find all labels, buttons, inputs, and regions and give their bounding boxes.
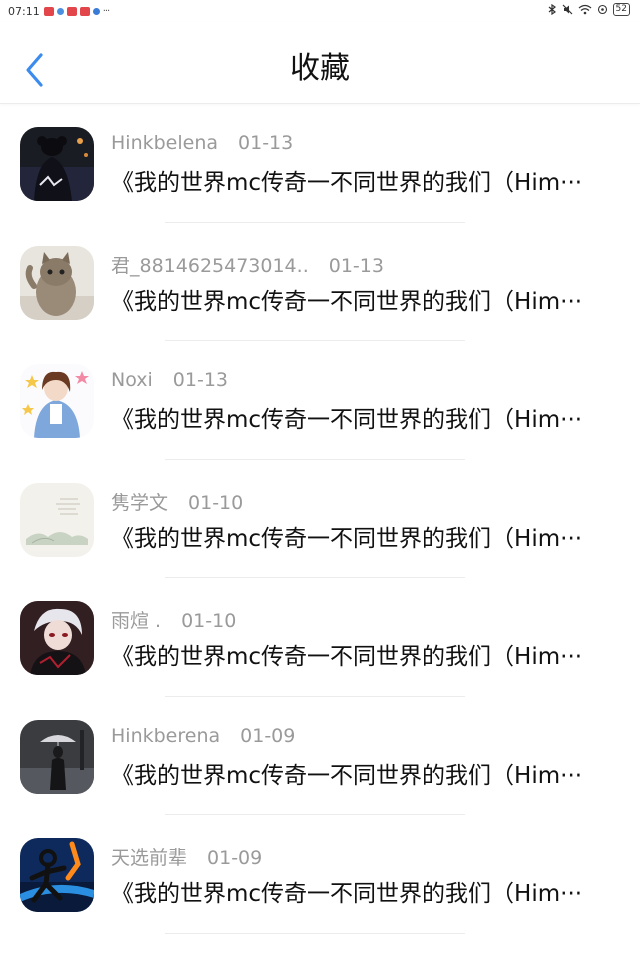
item-meta: Hinkberena 01-09 [111,725,295,747]
favorites-list: Hinkbelena 01-13 《我的世界mc传奇一不同世界的我们（Him··… [0,106,640,936]
system-status: 52 [548,3,630,16]
divider [165,340,465,341]
avatar[interactable] [20,127,94,201]
status-bar: 07:11 ··· 52 [0,0,640,22]
item-title[interactable]: 《我的世界mc传奇一不同世界的我们（Him··· [111,166,631,200]
list-item[interactable]: 君_8814625473014.. 01-13 《我的世界mc传奇一不同世界的我… [0,225,640,344]
wifi-icon [578,4,591,15]
avatar[interactable] [20,482,94,557]
list-item[interactable]: Hinkberena 01-09 《我的世界mc传奇一不同世界的我们（Him··… [0,699,640,818]
avatar[interactable] [20,364,94,438]
app-notification-icon [92,7,100,15]
divider [165,814,465,815]
username[interactable]: 君_8814625473014.. [111,251,309,278]
app-notification-icon [79,6,90,16]
avatar[interactable] [20,719,94,794]
divider [165,695,465,697]
divider [165,221,465,223]
date-label: 01-09 [240,724,296,747]
date-label: 01-10 [181,610,237,632]
notification-icons: ··· [43,5,110,17]
divider [165,932,465,934]
more-notifications-icon: ··· [102,5,110,17]
username[interactable]: 天选前辈 [111,843,187,870]
bluetooth-icon [548,4,556,15]
item-title[interactable]: 《我的世界mc传奇一不同世界的我们（Him··· [111,640,631,674]
avatar[interactable] [20,838,94,912]
item-meta: Noxi 01-13 [111,369,228,391]
item-title[interactable]: 《我的世界mc传奇一不同世界的我们（Him··· [111,877,631,911]
username[interactable]: Hinkberena [111,725,220,747]
username[interactable]: 隽学文 [111,488,168,515]
item-title[interactable]: 《我的世界mc传奇一不同世界的我们（Him··· [111,403,631,437]
date-label: 01-13 [328,254,384,277]
divider [165,577,465,578]
list-item[interactable]: Noxi 01-13 《我的世界mc传奇一不同世界的我们（Him··· [0,343,640,462]
battery-indicator: 52 [612,3,630,16]
list-item[interactable]: 隽学文 01-10 《我的世界mc传奇一不同世界的我们（Him··· [0,462,640,581]
divider [165,458,465,460]
top-bar: 收藏 [0,22,640,104]
item-meta: 隽学文 01-10 [111,488,243,515]
item-title[interactable]: 《我的世界mc传奇一不同世界的我们（Him··· [111,759,631,793]
item-meta: Hinkbelena 01-13 [111,132,293,154]
date-label: 01-13 [172,369,228,391]
avatar[interactable] [20,601,94,675]
item-meta: 雨煊 . 01-10 [111,606,236,633]
username[interactable]: Noxi [111,369,153,391]
item-title[interactable]: 《我的世界mc传奇一不同世界的我们（Him··· [111,285,631,319]
status-time: 07:11 [8,4,40,18]
date-label: 01-10 [188,491,244,514]
item-title[interactable]: 《我的世界mc传奇一不同世界的我们（Him··· [111,522,631,556]
app-notification-icon [43,6,54,16]
date-label: 01-09 [207,847,263,869]
item-meta: 天选前辈 01-09 [111,843,262,870]
mute-icon [562,4,572,15]
date-label: 01-13 [238,132,294,154]
list-item[interactable]: 天选前辈 01-09 《我的世界mc传奇一不同世界的我们（Him··· [0,817,640,936]
list-item[interactable]: Hinkbelena 01-13 《我的世界mc传奇一不同世界的我们（Him··… [0,106,640,225]
app-notification-icon [56,7,64,15]
item-meta: 君_8814625473014.. 01-13 [111,251,384,278]
avatar[interactable] [20,245,94,320]
username[interactable]: 雨煊 . [111,606,161,633]
hotspot-icon [597,4,607,15]
page-title: 收藏 [290,51,350,86]
username[interactable]: Hinkbelena [111,132,218,154]
list-item[interactable]: 雨煊 . 01-10 《我的世界mc传奇一不同世界的我们（Him··· [0,580,640,699]
app-notification-icon [66,6,77,16]
